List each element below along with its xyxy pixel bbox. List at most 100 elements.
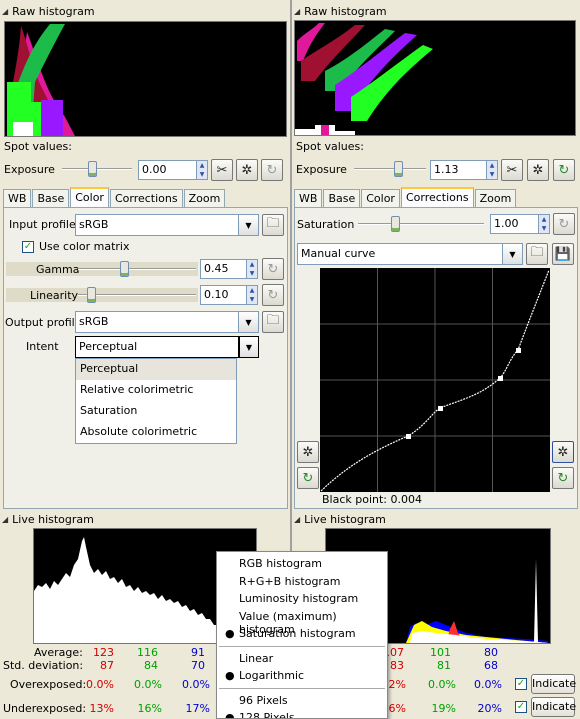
menu-item-logarithmic[interactable]: ● Logarithmic — [217, 667, 387, 685]
tab-wb[interactable]: WB — [294, 189, 323, 207]
menu-item-value-histogram[interactable]: Value (maximum) histogram — [217, 608, 387, 636]
spin-down-icon[interactable]: ▼ — [539, 224, 549, 233]
exposure-value[interactable]: 0.00 — [138, 160, 197, 180]
indicate-overexposed-button[interactable]: Indicate — [531, 674, 576, 694]
gamma-reset-icon[interactable]: ↻ — [262, 258, 284, 280]
spin-up-icon[interactable]: ▲ — [197, 161, 207, 170]
auto-adjust-icon[interactable]: ✲ — [527, 159, 549, 181]
tab-color[interactable]: Color — [361, 189, 400, 207]
saturation-spinbox[interactable]: 1.00 ▲ ▼ — [490, 214, 550, 234]
output-profile-combo[interactable]: sRGB ▼ — [75, 311, 259, 333]
scissors-icon[interactable]: ✂ — [211, 159, 233, 181]
tab-wb[interactable]: WB — [3, 189, 32, 207]
exposure-slider-thumb[interactable] — [394, 161, 403, 177]
gamma-slider-thumb[interactable] — [120, 261, 129, 277]
chevron-down-icon[interactable]: ▼ — [239, 336, 259, 358]
auto-adjust-icon[interactable]: ✲ — [236, 159, 258, 181]
saturation-slider-thumb[interactable] — [391, 216, 400, 232]
histogram-context-menu[interactable]: RGB histogram R+G+B histogram Luminosity… — [216, 551, 388, 719]
linearity-reset-icon[interactable]: ↻ — [262, 284, 284, 306]
live-histogram-header[interactable]: ◢ Live histogram — [2, 511, 288, 527]
exposure-spinbox[interactable]: 0.00 ▲ ▼ — [138, 160, 208, 180]
gamma-spin-arrows[interactable]: ▲ ▼ — [247, 259, 258, 279]
menu-item-rgb-histogram[interactable]: RGB histogram — [217, 555, 387, 573]
intent-option[interactable]: Absolute colorimetric — [76, 422, 236, 443]
input-profile-value[interactable]: sRGB — [75, 214, 239, 236]
exposure-spin-arrows[interactable]: ▲ ▼ — [197, 160, 208, 180]
intent-dropdown-list[interactable]: Perceptual Relative colorimetric Saturat… — [75, 358, 237, 444]
curve-auto-right-icon[interactable]: ✲ — [552, 441, 574, 463]
menu-item-96-pixels[interactable]: 96 Pixels — [217, 692, 387, 710]
live-histogram-header[interactable]: ◢ Live histogram — [294, 511, 578, 527]
scissors-icon[interactable]: ✂ — [501, 159, 523, 181]
intent-value[interactable]: Perceptual — [75, 336, 239, 358]
tab-base[interactable]: Base — [32, 189, 70, 207]
exposure-value[interactable]: 1.13 — [430, 160, 487, 180]
intent-combo[interactable]: Perceptual ▼ — [75, 336, 259, 358]
chevron-down-icon[interactable]: ▼ — [239, 214, 259, 236]
menu-item-linear[interactable]: Linear — [217, 650, 387, 668]
linearity-spin-arrows[interactable]: ▲ ▼ — [247, 285, 258, 305]
spin-down-icon[interactable]: ▼ — [247, 269, 257, 278]
exposure-slider[interactable] — [62, 161, 132, 177]
tab-base[interactable]: Base — [323, 189, 361, 207]
chevron-down-icon[interactable]: ▼ — [239, 311, 259, 333]
menu-item-luminosity-histogram[interactable]: Luminosity histogram — [217, 590, 387, 608]
spin-up-icon[interactable]: ▲ — [539, 215, 549, 224]
exposure-spin-arrows[interactable]: ▲ ▼ — [487, 160, 498, 180]
reset-icon[interactable]: ↻ — [261, 159, 283, 181]
saturation-reset-icon[interactable]: ↻ — [553, 213, 575, 235]
raw-histogram[interactable] — [294, 20, 576, 136]
gamma-value[interactable]: 0.45 — [200, 259, 247, 279]
menu-item-saturation-histogram[interactable]: ● Saturation histogram — [217, 625, 387, 643]
linearity-value[interactable]: 0.10 — [200, 285, 247, 305]
intent-option[interactable]: Saturation — [76, 401, 236, 422]
input-profile-combo[interactable]: sRGB ▼ — [75, 214, 259, 236]
tab-zoom[interactable]: Zoom — [474, 189, 517, 207]
indicate-underexposed-button[interactable]: Indicate — [531, 697, 576, 717]
menu-item-128-pixels[interactable]: ● 128 Pixels — [217, 709, 387, 718]
output-profile-value[interactable]: sRGB — [75, 311, 239, 333]
indicate-underexposed-checkbox[interactable]: ✓ — [515, 701, 527, 713]
spin-down-icon[interactable]: ▼ — [197, 170, 207, 179]
saturation-value[interactable]: 1.00 — [490, 214, 539, 234]
tab-corrections[interactable]: Corrections — [400, 187, 474, 207]
linearity-slider[interactable] — [78, 287, 196, 303]
curve-editor[interactable] — [320, 268, 550, 492]
tab-corrections[interactable]: Corrections — [109, 189, 183, 207]
exposure-spinbox[interactable]: 1.13 ▲ ▼ — [430, 160, 498, 180]
gamma-spinbox[interactable]: 0.45 ▲ ▼ — [200, 259, 258, 279]
chevron-down-icon[interactable]: ▼ — [503, 243, 523, 265]
saturation-spin-arrows[interactable]: ▲ ▼ — [539, 214, 550, 234]
use-color-matrix-checkbox[interactable]: ✓ — [22, 241, 34, 253]
saturation-slider[interactable] — [358, 216, 484, 232]
curve-reset-icon[interactable]: ↻ — [297, 467, 319, 489]
raw-histogram-header[interactable]: ◢ Raw histogram — [2, 3, 288, 19]
raw-histogram[interactable] — [4, 21, 287, 137]
spin-down-icon[interactable]: ▼ — [247, 295, 257, 304]
folder-open-icon[interactable]: 🗀 — [526, 243, 548, 265]
gamma-slider[interactable] — [78, 261, 196, 277]
curve-auto-icon[interactable]: ✲ — [297, 441, 319, 463]
raw-histogram-header[interactable]: ◢ Raw histogram — [294, 3, 578, 19]
intent-option[interactable]: Perceptual — [76, 359, 236, 380]
curve-select-combo[interactable]: Manual curve ▼ — [297, 243, 523, 265]
spin-up-icon[interactable]: ▲ — [247, 260, 257, 269]
save-icon[interactable]: 💾 — [552, 243, 574, 265]
linearity-slider-thumb[interactable] — [87, 287, 96, 303]
curve-reset-right-icon[interactable]: ↻ — [552, 467, 574, 489]
exposure-slider[interactable] — [354, 161, 426, 177]
reset-icon[interactable]: ↻ — [553, 159, 575, 181]
intent-option[interactable]: Relative colorimetric — [76, 380, 236, 401]
menu-item-rgb-sum-histogram[interactable]: R+G+B histogram — [217, 573, 387, 591]
tab-color[interactable]: Color — [70, 187, 109, 207]
curve-select-value[interactable]: Manual curve — [297, 243, 503, 265]
folder-open-icon[interactable]: 🗀 — [262, 311, 284, 333]
folder-open-icon[interactable]: 🗀 — [262, 214, 284, 236]
spin-up-icon[interactable]: ▲ — [487, 161, 497, 170]
exposure-slider-thumb[interactable] — [88, 161, 97, 177]
spin-up-icon[interactable]: ▲ — [247, 286, 257, 295]
tab-zoom[interactable]: Zoom — [183, 189, 226, 207]
linearity-spinbox[interactable]: 0.10 ▲ ▼ — [200, 285, 258, 305]
indicate-overexposed-checkbox[interactable]: ✓ — [515, 678, 527, 690]
